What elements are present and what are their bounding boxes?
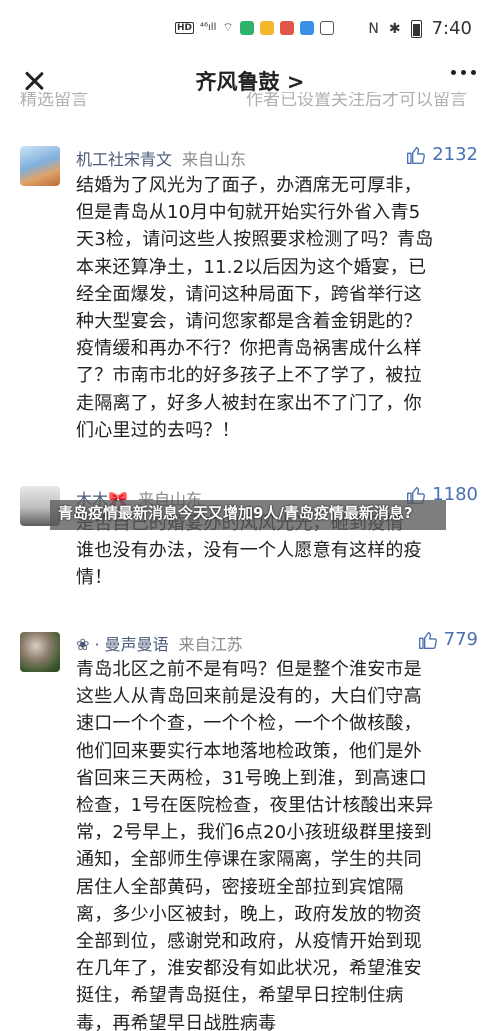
comment-line: 居住人全部黄码，密接班全部拉到宾馆隔: [76, 876, 404, 898]
comment-line: 们心里过的去吗？！: [76, 419, 240, 441]
comment-location: 来自江苏: [178, 635, 243, 654]
comment-text: 青岛北区之前不是有吗？但是整个淮安市是 这些人从青岛回来前是没有的，大白们守高 …: [76, 656, 480, 1031]
status-bar: HD ⁴⁶ıll ⌔ N ✱ 7:40: [0, 0, 500, 58]
battery-icon: [410, 19, 422, 38]
thumbs-up-icon: [418, 631, 437, 649]
comment-location: 来自山东: [182, 150, 247, 169]
comment-line: 本来还算净土，11.2以后因为这个婚宴，已: [76, 256, 427, 278]
comment-line: 毒，再希望早日战胜病毒: [76, 1012, 277, 1031]
comment-line: 天3检，请问这些人按照要求检测了吗？青岛: [76, 229, 434, 251]
comment-author[interactable]: ❀ · 曼声曼语: [76, 635, 169, 654]
comment-setting-note: 作者已设置关注后才可以留言: [246, 92, 467, 108]
comment-line: 挺住，希望青岛挺住，希望早日控制住病: [76, 985, 404, 1007]
comment-text: 结婚为了风光为了面子，办酒席无可厚非， 但是青岛从10月中旬就开始实行外省入青5…: [76, 172, 480, 444]
like-count: 779: [443, 629, 478, 650]
overlay-caption: 青岛疫情最新消息今天又增加9人/青岛疫情最新消息?: [58, 504, 413, 522]
avatar[interactable]: [20, 632, 60, 672]
like-count: 2132: [432, 144, 478, 165]
comment-line: 谁也没有办法，没有一个人愿意有这样的疫: [76, 540, 422, 562]
status-icons-right: N ✱ 7:40: [368, 18, 472, 39]
like-button[interactable]: 779: [418, 629, 478, 650]
app-icon-green: [239, 20, 254, 35]
comment-line: 了？市南市北的好多孩子上不了学了，被拉: [76, 365, 422, 387]
status-time: 7:40: [431, 18, 472, 39]
comment-line: 青岛北区之前不是有吗？但是整个淮安市是: [76, 659, 422, 680]
comment-author[interactable]: 机工社宋青文: [76, 150, 172, 169]
app-icon-red: [279, 20, 294, 35]
comment-line: 全部到位，感谢党和政府，从疫情开始到现: [76, 931, 422, 953]
comment-header: ❀ · 曼声曼语 来自江苏: [76, 631, 243, 655]
comment-line: 速口一个个查，一个个检，一个个做核酸，: [76, 713, 422, 735]
comment-line: 检查，1号在医院检查，夜里估计核酸出来异: [76, 795, 434, 817]
section-label: 精选留言: [20, 92, 88, 108]
comment-line: 离，多少小区被封，晚上，政府发放的物资: [76, 903, 422, 925]
comment-line: 常，2号早上，我们6点20小孩班级群里接到: [76, 822, 433, 844]
comment-line: 通知，全部师生停课在家隔离，学生的共同: [76, 849, 422, 871]
comment-line: 他们回来要实行本地落地检政策，他们是外: [76, 740, 422, 762]
comment-line: 但是青岛从10月中旬就开始实行外省入青5: [76, 202, 421, 224]
signal-icon: ⁴⁶ıll: [200, 22, 217, 33]
app-icon-outline: [319, 20, 334, 35]
thumbs-up-icon: [407, 146, 426, 164]
like-button[interactable]: 2132: [406, 144, 478, 165]
comment-line: 省回来三天两检，31号晚上到淮，到高速口: [76, 767, 427, 789]
hd-icon: HD: [175, 21, 195, 34]
status-icons-left: HD ⁴⁶ıll ⌔: [175, 20, 334, 35]
comment-line: 经全面爆发，请问这种局面下，跨省举行这: [76, 283, 422, 305]
comment-line: 这些人从青岛回来前是没有的，大白们守高: [76, 686, 422, 708]
bluetooth-icon: ✱: [388, 20, 401, 37]
comment-line: 种大型宴会，请问您家都是含着金钥匙的？: [76, 311, 422, 333]
app-icon-yellow: [259, 20, 274, 35]
comment-line: 在几年了，淮安都没有如此状况，希望淮安: [76, 958, 422, 980]
comment-line: 疫情缓和再办不行？你把青岛祸害成什么样: [76, 338, 422, 360]
nfc-icon: N: [368, 20, 379, 37]
comment-line: 情！: [76, 567, 113, 589]
comment-line: 走隔离了，好多人被封在家出不了门了，你: [76, 392, 422, 414]
app-icon-blue: [299, 20, 314, 35]
wifi-icon: ⌔: [222, 20, 234, 34]
comment-header: 机工社宋青文 来自山东: [76, 146, 246, 170]
avatar[interactable]: [20, 146, 60, 186]
more-options-icon[interactable]: [451, 70, 476, 75]
comment-line: 结婚为了风光为了面子，办酒席无可厚非，: [76, 175, 422, 196]
